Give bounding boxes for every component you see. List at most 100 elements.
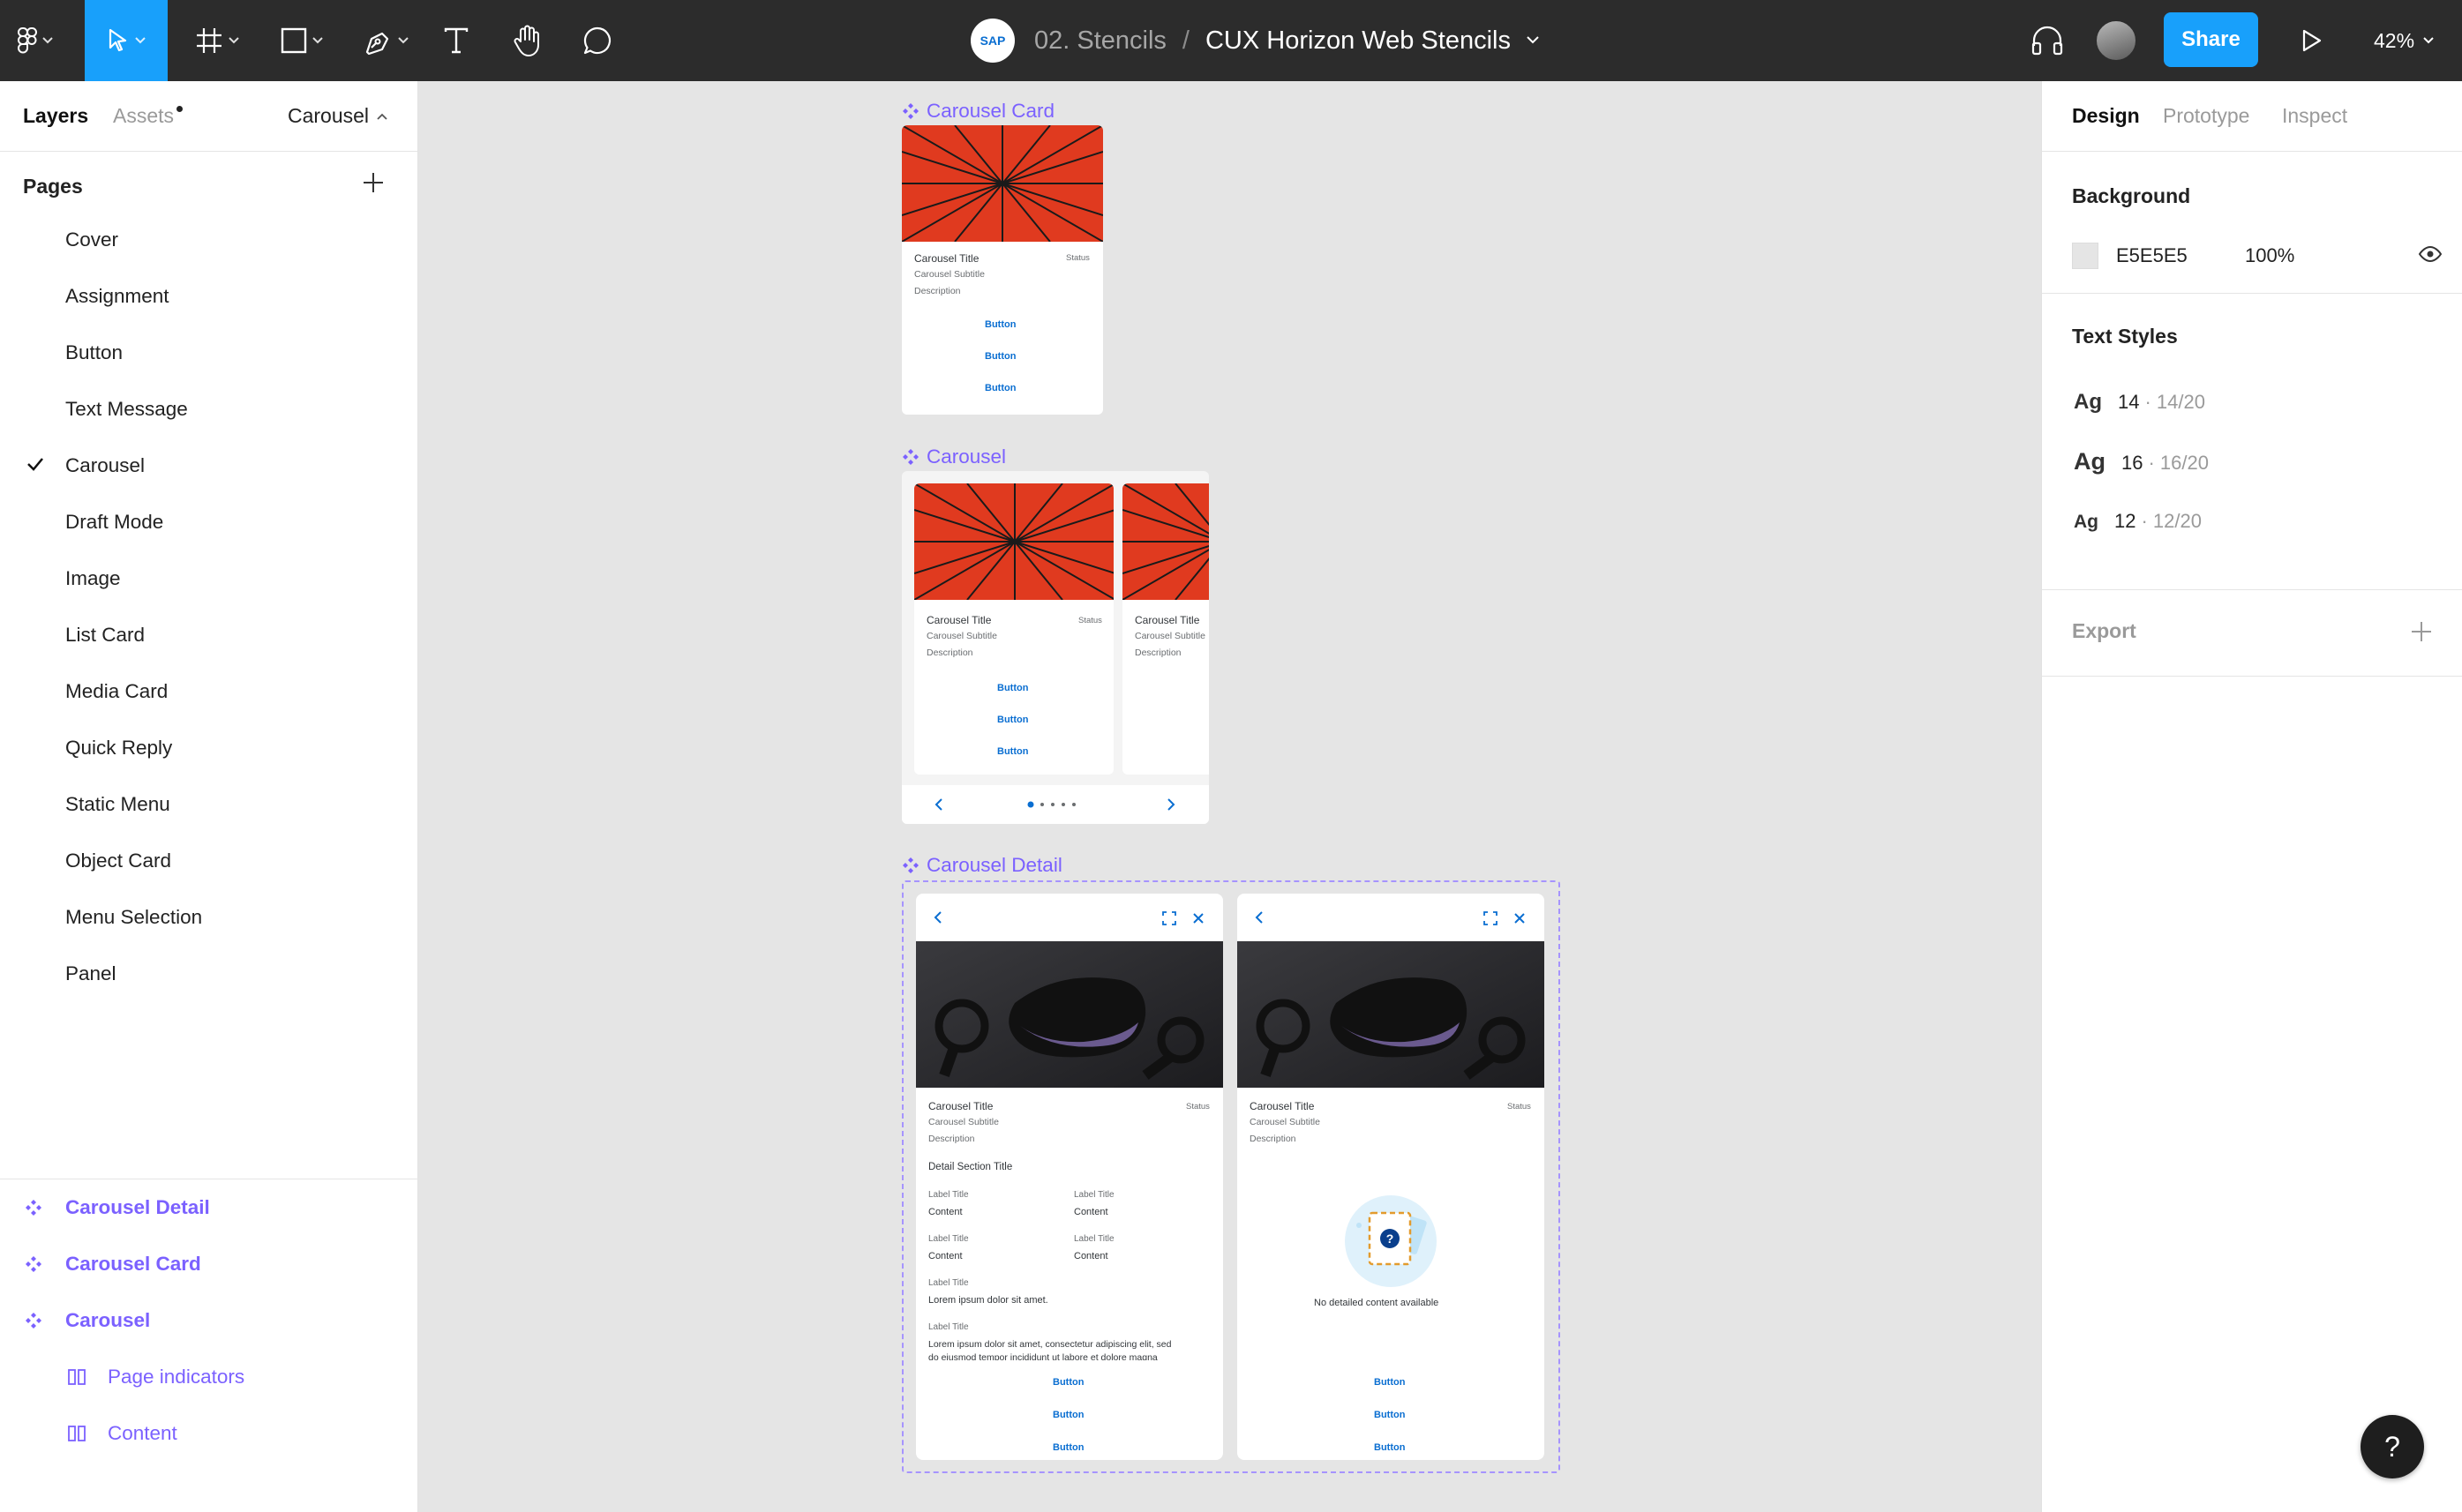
text-tool[interactable] [436,0,477,81]
chevron-down-icon[interactable] [1527,36,1539,45]
chevron-right-icon[interactable] [1167,798,1175,811]
chevron-left-icon[interactable] [1255,911,1264,924]
tab-design[interactable]: Design [2072,104,2140,128]
expand-icon[interactable] [1162,911,1176,925]
background-color-swatch[interactable] [2072,243,2098,269]
frame-label-carousel-card[interactable]: Carousel Card [902,100,1055,123]
page-item[interactable]: Static Menu [0,776,418,833]
vr-headset-image [916,941,1223,1088]
frame-label-text: Carousel [927,445,1007,468]
chevron-left-icon[interactable] [935,798,943,811]
text-style-row[interactable]: Ag 12 · 12/20 [2074,510,2202,533]
background-hex-input[interactable]: E5E5E5 [2116,244,2245,267]
page-item[interactable]: Panel [0,946,418,1002]
zoom-control[interactable]: 42% [2374,0,2434,81]
carousel-detail-card-empty[interactable]: Carousel Title Status Carousel Subtitle … [1237,894,1544,1460]
page-item[interactable]: Draft Mode [0,494,418,550]
page-item[interactable]: Button [0,325,418,381]
card-description: Description [928,1134,975,1144]
toolbar: SAP 02. Stencils / CUX Horizon Web Stenc… [0,0,2462,81]
comment-tool[interactable] [577,0,618,81]
page-item[interactable]: Assignment [0,268,418,325]
card-button[interactable]: Button [1053,1377,1084,1388]
frame-tool[interactable] [182,0,252,81]
page-dots[interactable] [1027,801,1080,808]
page-item-label: List Card [65,624,146,646]
tab-inspect[interactable]: Inspect [2282,104,2347,128]
figma-menu-icon [18,27,37,54]
carousel-frame[interactable]: Carousel Title Status Carousel Subtitle … [902,471,1209,824]
card-button[interactable]: Button [997,715,1028,725]
page-item[interactable]: Object Card [0,833,418,889]
page-item[interactable]: List Card [0,607,418,663]
carousel-card-frame[interactable]: Carousel Title Status Carousel Subtitle … [902,125,1103,415]
card-button[interactable]: Button [985,319,1016,330]
carousel-detail-card[interactable]: Carousel Title Status Carousel Subtitle … [916,894,1223,1460]
audio-headphones-icon[interactable] [2030,25,2064,56]
project-name[interactable]: 02. Stencils [1034,26,1167,56]
page-item-label: Quick Reply [65,737,173,759]
page-item[interactable]: Quick Reply [0,720,418,776]
card-title: Carousel Title [927,614,992,626]
carousel-card[interactable]: Carousel Title Carousel Subtitle Descrip… [1122,483,1209,775]
card-button[interactable]: Button [997,683,1028,693]
frame-label-carousel[interactable]: Carousel [902,445,1006,468]
layers-list: Carousel Detail Carousel Card Carousel Page… [0,1179,418,1462]
shape-tool[interactable] [266,0,337,81]
layer-item[interactable]: Carousel Card [0,1236,418,1292]
share-button[interactable]: Share [2164,12,2258,67]
page-item[interactable]: Image [0,550,418,607]
card-button[interactable]: Button [1053,1410,1084,1420]
frame-label-carousel-detail[interactable]: Carousel Detail [902,854,1062,877]
tab-assets[interactable]: Assets [113,104,174,128]
page-item[interactable]: Media Card [0,663,418,720]
card-button[interactable]: Button [1374,1442,1405,1453]
layer-item[interactable]: Page indicators [0,1349,418,1405]
card-button[interactable]: Button [997,746,1028,757]
expand-icon[interactable] [1483,911,1497,925]
page-item[interactable]: Menu Selection [0,889,418,946]
page-item[interactable]: Carousel [0,438,418,494]
carousel-card[interactable]: Carousel Title Status Carousel Subtitle … [914,483,1114,775]
clipped-text: do eiusmod tempor incididunt ut labore e… [928,1352,1211,1360]
page-item[interactable]: Text Message [0,381,418,438]
pen-tool[interactable] [351,0,422,81]
card-description: Description [927,647,973,658]
sap-logo: SAP [971,19,1015,63]
eye-icon[interactable] [2418,245,2443,263]
page-item-label: Image [65,567,121,589]
text-style-row[interactable]: Ag 14 · 14/20 [2074,390,2205,415]
card-status: Status [1066,253,1090,263]
page-item[interactable]: Cover [0,212,418,268]
main-menu-button[interactable] [0,0,71,81]
card-button[interactable]: Button [1053,1442,1084,1453]
card-button[interactable]: Button [1374,1410,1405,1420]
chevron-down-icon [398,37,409,44]
canvas[interactable]: Carousel Card Carousel Title Status Caro… [419,81,2041,1512]
play-icon[interactable] [2301,28,2323,53]
close-icon[interactable] [1192,912,1205,924]
page-switcher[interactable]: Carousel [288,104,387,128]
chevron-left-icon[interactable] [934,911,942,924]
card-subtitle: Carousel Subtitle [1250,1117,1320,1127]
tab-layers[interactable]: Layers [23,104,88,128]
file-title[interactable]: SAP 02. Stencils / CUX Horizon Web Stenc… [971,0,1539,81]
tab-prototype[interactable]: Prototype [2163,104,2249,128]
add-page-icon[interactable] [362,171,385,194]
file-name[interactable]: CUX Horizon Web Stencils [1205,26,1511,56]
layer-item[interactable]: Carousel [0,1292,418,1349]
move-tool[interactable] [85,0,168,81]
hand-tool[interactable] [507,0,547,81]
help-button[interactable]: ? [2361,1415,2424,1478]
add-export-icon[interactable] [2411,621,2432,642]
layer-item[interactable]: Carousel Detail [0,1179,418,1236]
card-button[interactable]: Button [1374,1377,1405,1388]
card-button[interactable]: Button [985,383,1016,393]
card-button[interactable]: Button [985,351,1016,362]
close-icon[interactable] [1513,912,1526,924]
background-opacity-input[interactable]: 100% [2245,244,2294,267]
field-value: Lorem ipsum dolor sit amet, consectetur … [928,1339,1172,1350]
text-style-row[interactable]: Ag 16 · 16/20 [2074,448,2209,475]
layer-item[interactable]: Content [0,1405,418,1462]
avatar[interactable] [2095,19,2137,62]
